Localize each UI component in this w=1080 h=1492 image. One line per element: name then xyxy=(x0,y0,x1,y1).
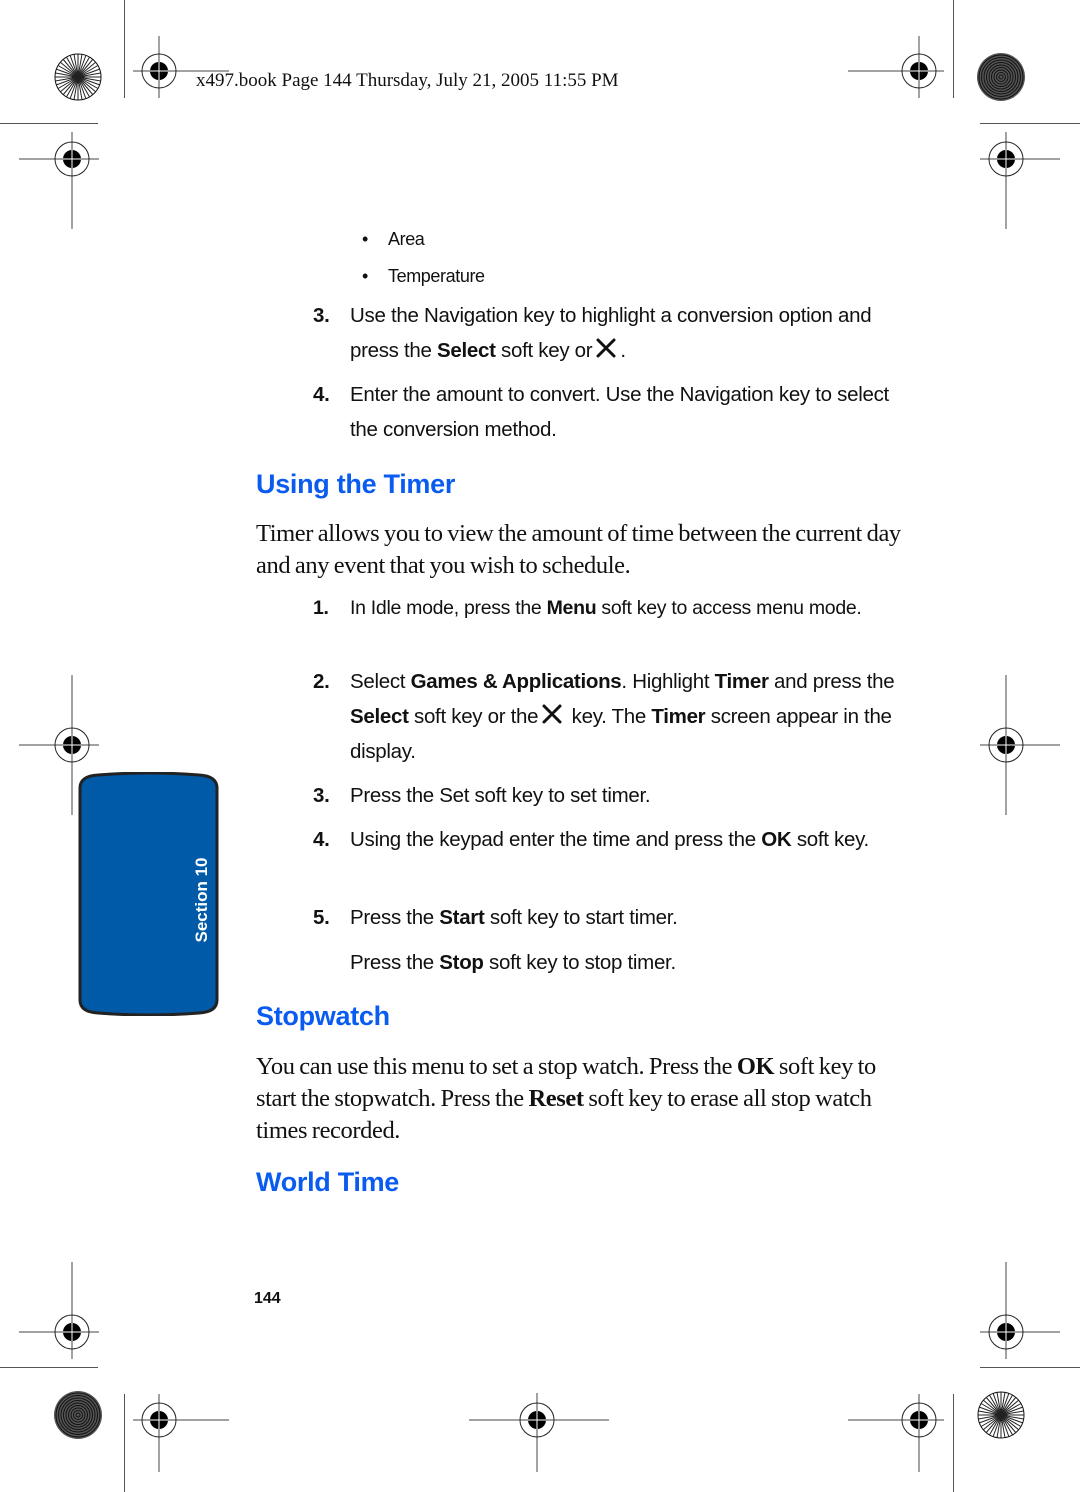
step-number: 1. xyxy=(313,597,329,619)
step-text: soft key. xyxy=(791,828,869,851)
stopwatch-description: You can use this menu to set a stop watc… xyxy=(256,1051,906,1147)
step-text: Press the Set soft key to set timer. xyxy=(350,784,651,807)
step-number: 2. xyxy=(313,670,330,693)
timer-step-2: 2. Select Games & Applications. Highligh… xyxy=(313,664,903,769)
menu-key-label: Menu xyxy=(546,597,597,619)
reset-key-label: Reset xyxy=(528,1085,584,1112)
step-text: soft key to stop timer. xyxy=(483,951,676,974)
navigation-select-key-icon xyxy=(542,704,562,724)
step-text: Select xyxy=(350,670,411,693)
conversion-step-4: 4. Enter the amount to convert. Use the … xyxy=(313,377,903,447)
start-key-label: Start xyxy=(439,906,485,929)
bullet-text: Temperature xyxy=(388,266,485,286)
step-text: In Idle mode, press the xyxy=(350,597,547,619)
crop-mark-bottom-left-vertical xyxy=(124,1394,125,1492)
step-text: soft key to start timer. xyxy=(484,906,678,929)
step-text: Press the xyxy=(350,951,440,974)
timer-step-5-continued: Press the Stop soft key to stop timer. xyxy=(313,945,903,980)
stop-key-label: Stop xyxy=(439,951,484,974)
step-text: and press the xyxy=(768,670,895,693)
timer-intro: Timer allows you to view the amount of t… xyxy=(256,520,901,579)
ok-key-label: OK xyxy=(761,828,792,851)
crop-mark-bottom-right-vertical xyxy=(953,1394,954,1492)
step-number: 4. xyxy=(313,383,330,406)
registration-mark-icon xyxy=(980,675,1060,815)
step-number: 5. xyxy=(313,906,330,929)
step-number: 3. xyxy=(313,784,330,807)
registration-mark-icon xyxy=(848,18,948,98)
starburst-calibration-icon xyxy=(53,52,103,102)
starburst-calibration-icon xyxy=(976,1390,1026,1440)
select-key-label: Select xyxy=(437,339,496,362)
list-item: • Area xyxy=(362,229,425,249)
crop-mark-top-left-horizontal xyxy=(0,123,98,124)
registration-mark-icon xyxy=(848,1394,948,1474)
step-text: Press the xyxy=(350,906,440,929)
navigation-select-key-icon xyxy=(596,338,616,358)
crop-mark-top-right-vertical xyxy=(953,0,954,98)
crop-mark-top-right-horizontal xyxy=(980,123,1080,124)
print-slug: x497.book Page 144 Thursday, July 21, 20… xyxy=(196,70,619,91)
step-text: soft key or xyxy=(495,339,593,362)
crop-mark-bottom-left-horizontal xyxy=(0,1367,98,1368)
step-number: 4. xyxy=(313,828,330,851)
timer-label: Timer xyxy=(651,705,706,728)
step-number: 3. xyxy=(313,304,330,327)
step-text: Enter the amount to convert. Use the Nav… xyxy=(350,383,889,441)
step-text: soft key or the xyxy=(408,705,539,728)
section-heading-stopwatch: Stopwatch xyxy=(256,1001,390,1031)
timer-step-4: 4. Using the keypad enter the time and p… xyxy=(313,822,903,857)
registration-mark-icon xyxy=(19,132,99,232)
timer-label: Timer xyxy=(714,670,769,693)
paragraph-text: You can use this menu to set a stop watc… xyxy=(256,1053,737,1080)
bullet-text: Area xyxy=(388,229,425,249)
timer-step-5: 5. Press the Start soft key to start tim… xyxy=(313,900,903,935)
section-tab-label: Section 10 xyxy=(172,850,232,950)
crop-mark-top-left-vertical xyxy=(124,0,125,98)
section-label-text: Section 10 xyxy=(192,857,211,943)
menu-path-label: Games & Applications xyxy=(410,670,622,693)
registration-mark-icon xyxy=(133,1394,233,1474)
page-number: 144 xyxy=(254,1290,281,1307)
registration-mark-icon xyxy=(469,1393,611,1473)
select-key-label: Select xyxy=(350,705,409,728)
step-text: soft key to access menu mode. xyxy=(596,597,862,619)
section-heading-world-time: World Time xyxy=(256,1167,400,1197)
step-text: Using the keypad enter the time and pres… xyxy=(350,828,762,851)
section-heading-timer: Using the Timer xyxy=(256,469,456,499)
step-text: . xyxy=(620,339,626,362)
step-text: key. The xyxy=(566,705,652,728)
concentric-calibration-icon xyxy=(976,52,1026,102)
conversion-step-3: 3. Use the Navigation key to highlight a… xyxy=(313,298,903,368)
ok-key-label: OK xyxy=(736,1053,775,1080)
crop-mark-bottom-right-horizontal xyxy=(980,1367,1080,1368)
step-text: . Highlight xyxy=(621,670,715,693)
timer-step-1: 1. In Idle mode, press the Menu soft key… xyxy=(313,592,903,625)
registration-mark-icon xyxy=(980,132,1060,232)
registration-mark-icon xyxy=(980,1262,1060,1362)
list-item: • Temperature xyxy=(362,266,485,286)
concentric-calibration-icon xyxy=(53,1390,103,1440)
registration-mark-icon xyxy=(19,1262,99,1362)
timer-step-3: 3. Press the Set soft key to set timer. xyxy=(313,778,903,813)
